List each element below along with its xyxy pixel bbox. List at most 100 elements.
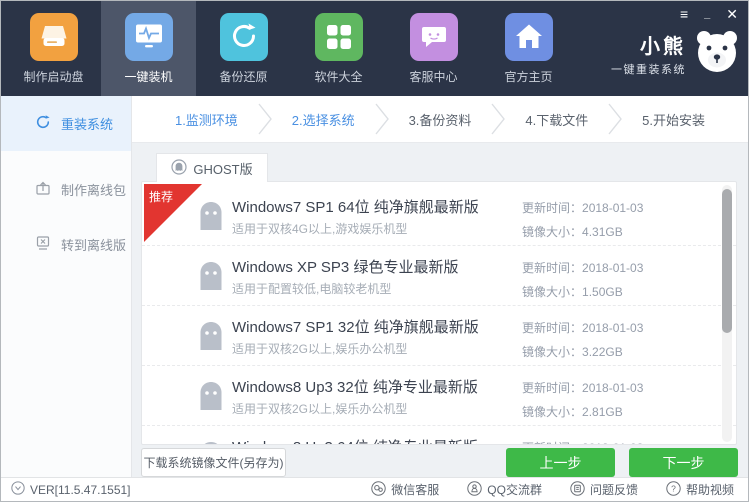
sidebar: 重装系统 制作离线包 转到离线版: [1, 96, 132, 477]
system-desc: 适用于配置较低,电脑较老机型: [232, 280, 391, 297]
topnav-item-service-center[interactable]: 客服中心: [386, 1, 481, 96]
topnav-label: 官方主页: [504, 68, 552, 85]
scrollbar-thumb[interactable]: [722, 189, 732, 333]
system-list-panel: 推荐 Windows7 SP1 64位 纯净旗舰最新版 适用于双核4G以上,游戏…: [141, 181, 737, 445]
offline-doc-icon: [35, 235, 51, 254]
system-updated: 更新时间：2018-01-03: [522, 439, 643, 445]
topnav-label: 一键装机: [124, 68, 172, 85]
ghost-os-icon: [198, 201, 224, 236]
step-chevron-icon: [607, 102, 623, 136]
sidebar-item-label: 转到离线版: [61, 235, 126, 254]
topnav-label: 客服中心: [409, 68, 457, 85]
ghost-circle-icon: [171, 159, 187, 178]
tab-ghost-edition[interactable]: GHOST版: [156, 153, 268, 182]
version-text: VER[11.5.47.1551]: [30, 483, 131, 497]
system-title: Windows8 Up3 32位 纯净专业最新版: [232, 376, 478, 397]
step-1-check-environment: 1.监测环境: [156, 110, 257, 129]
system-desc: 适用于双核4G以上,游戏娱乐机型: [232, 220, 407, 237]
topnav-item-homepage[interactable]: 官方主页: [481, 1, 576, 96]
menu-icon[interactable]: ≡: [680, 6, 688, 22]
system-title: Windows8 Up3 64位 纯净专业最新版: [232, 436, 478, 445]
sidebar-item-offline-version[interactable]: 转到离线版: [1, 218, 131, 270]
minimize-button[interactable]: _: [704, 6, 710, 22]
boot-disk-icon: [30, 13, 78, 61]
help-video-link[interactable]: ? 帮助视频: [666, 481, 734, 499]
system-list: Windows7 SP1 64位 纯净旗舰最新版 适用于双核4G以上,游戏娱乐机…: [142, 186, 736, 445]
refresh-icon: [35, 114, 51, 133]
window-controls: ≡ _ ✕: [680, 6, 738, 22]
bear-icon: [694, 28, 740, 79]
previous-step-button[interactable]: 上一步: [506, 448, 615, 477]
title-bar: 制作启动盘 一键装机 备份还原 软件大全: [1, 1, 748, 96]
tab-label: GHOST版: [193, 159, 252, 178]
status-bar: VER[11.5.47.1551] 微信客服 QQ交流群 问题反馈 ? 帮助视频: [1, 477, 748, 501]
system-updated: 更新时间：2018-01-03: [522, 199, 643, 216]
qq-group-link[interactable]: QQ交流群: [467, 481, 542, 499]
brand-tagline: 一键重装系统: [611, 61, 686, 77]
download-image-button[interactable]: 下载系统镜像文件(另存为): [141, 448, 286, 477]
svg-text:?: ?: [671, 483, 676, 493]
sidebar-item-label: 重装系统: [61, 114, 113, 133]
next-step-button[interactable]: 下一步: [629, 448, 738, 477]
app-grid-icon: [315, 13, 363, 61]
ghost-os-icon: [198, 321, 224, 356]
monitor-pulse-icon: [125, 13, 173, 61]
step-bar: 1.监测环境 2.选择系统 3.备份资料 4.下载文件 5.开始安装: [132, 96, 748, 143]
system-row-win8-64[interactable]: Windows8 Up3 64位 纯净专业最新版 更新时间：2018-01-03: [142, 426, 736, 445]
topnav-label: 软件大全: [314, 68, 362, 85]
system-size: 镜像大小：2.81GB: [522, 403, 623, 420]
brand: 小熊 一键重装系统: [611, 28, 740, 79]
wechat-icon: [371, 481, 386, 499]
system-size: 镜像大小：1.50GB: [522, 283, 623, 300]
system-row-winxp[interactable]: Windows XP SP3 绿色专业最新版 适用于配置较低,电脑较老机型 更新…: [142, 246, 736, 306]
chat-bubble-icon: [410, 13, 458, 61]
wechat-service-link[interactable]: 微信客服: [371, 481, 439, 499]
step-chevron-icon: [490, 102, 506, 136]
system-title: Windows7 SP1 32位 纯净旗舰最新版: [232, 316, 479, 337]
system-desc: 适用于双核2G以上,娱乐办公机型: [232, 340, 407, 357]
top-nav: 制作启动盘 一键装机 备份还原 软件大全: [6, 1, 576, 96]
topnav-item-backup-restore[interactable]: 备份还原: [196, 1, 291, 96]
topnav-item-boot-disk[interactable]: 制作启动盘: [6, 1, 101, 96]
status-links: 微信客服 QQ交流群 问题反馈 ? 帮助视频: [371, 481, 734, 499]
system-desc: 适用于双核2G以上,娱乐办公机型: [232, 400, 407, 417]
system-row-win7-64[interactable]: Windows7 SP1 64位 纯净旗舰最新版 适用于双核4G以上,游戏娱乐机…: [142, 186, 736, 246]
version-info: VER[11.5.47.1551]: [11, 481, 131, 498]
topnav-label: 备份还原: [219, 68, 267, 85]
ghost-os-icon: [198, 261, 224, 296]
package-up-icon: [35, 180, 51, 199]
system-updated: 更新时间：2018-01-03: [522, 379, 643, 396]
step-chevron-icon: [257, 102, 273, 136]
feedback-icon: [570, 481, 585, 499]
qq-icon: [467, 481, 482, 499]
system-updated: 更新时间：2018-01-03: [522, 259, 643, 276]
topnav-item-software[interactable]: 软件大全: [291, 1, 386, 96]
system-size: 镜像大小：3.22GB: [522, 343, 623, 360]
step-2-select-system: 2.选择系统: [273, 110, 374, 129]
home-icon: [505, 13, 553, 61]
app-window: 制作启动盘 一键装机 备份还原 软件大全: [0, 0, 749, 502]
topnav-item-one-click-install[interactable]: 一键装机: [101, 1, 196, 96]
step-4-download-files: 4.下载文件: [506, 110, 607, 129]
ghost-os-icon: [198, 381, 224, 416]
step-5-start-install: 5.开始安装: [623, 110, 724, 129]
restore-arrow-icon: [220, 13, 268, 61]
help-icon: ?: [666, 481, 681, 499]
system-row-win8-32[interactable]: Windows8 Up3 32位 纯净专业最新版 适用于双核2G以上,娱乐办公机…: [142, 366, 736, 426]
step-chevron-icon: [374, 102, 390, 136]
ghost-os-icon: [198, 441, 224, 445]
chevron-down-circle-icon: [11, 481, 25, 498]
system-title: Windows XP SP3 绿色专业最新版: [232, 256, 458, 277]
sidebar-item-offline-package[interactable]: 制作离线包: [1, 163, 131, 215]
system-updated: 更新时间：2018-01-03: [522, 319, 643, 336]
sidebar-item-label: 制作离线包: [61, 180, 126, 199]
brand-name: 小熊: [611, 30, 686, 59]
step-3-backup-data: 3.备份资料: [390, 110, 491, 129]
close-button[interactable]: ✕: [726, 6, 738, 22]
sidebar-item-reinstall-system[interactable]: 重装系统: [1, 96, 131, 151]
system-size: 镜像大小：4.31GB: [522, 223, 623, 240]
system-title: Windows7 SP1 64位 纯净旗舰最新版: [232, 196, 479, 217]
topnav-label: 制作启动盘: [23, 68, 83, 85]
system-row-win7-32[interactable]: Windows7 SP1 32位 纯净旗舰最新版 适用于双核2G以上,娱乐办公机…: [142, 306, 736, 366]
feedback-link[interactable]: 问题反馈: [570, 481, 638, 499]
